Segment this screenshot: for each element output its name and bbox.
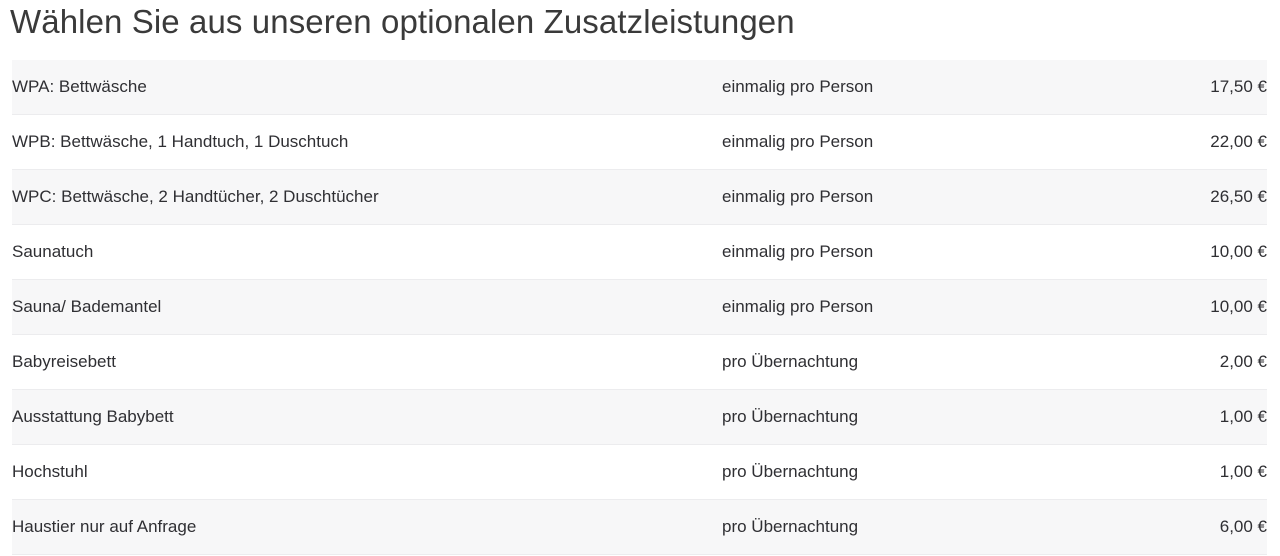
service-unit-cell: einmalig pro Person: [722, 279, 1047, 335]
page-title: Wählen Sie aus unseren optionalen Zusatz…: [10, 3, 795, 40]
service-price-cell: 10,00 €: [1047, 279, 1267, 335]
service-name-cell: Hochstuhl: [12, 444, 722, 500]
service-unit-cell: einmalig pro Person: [722, 169, 1047, 225]
table-row[interactable]: WPB: Bettwäsche, 1 Handtuch, 1 Duschtuch…: [12, 114, 1267, 170]
service-price-cell: 17,50 €: [1047, 60, 1267, 115]
optional-services-page: Wählen Sie aus unseren optionalen Zusatz…: [0, 0, 1280, 556]
service-unit-cell: einmalig pro Person: [722, 224, 1047, 280]
service-price-cell: 2,00 €: [1047, 334, 1267, 390]
service-unit-cell: einmalig pro Person: [722, 114, 1047, 170]
optional-services-table-body: WPA: Bettwäsche einmalig pro Person 17,50 …: [12, 60, 1267, 555]
table-row[interactable]: Ausstattung Babybett pro Übernachtung 1,00…: [12, 389, 1267, 445]
service-price-cell: 1,00 €: [1047, 444, 1267, 500]
table-row[interactable]: WPA: Bettwäsche einmalig pro Person 17,50 …: [12, 60, 1267, 115]
service-unit-cell: pro Übernachtung: [722, 389, 1047, 445]
service-price-cell: 22,00 €: [1047, 114, 1267, 170]
optional-services-table: WPA: Bettwäsche einmalig pro Person 17,50 …: [12, 60, 1267, 555]
table-row[interactable]: Saunatuch einmalig pro Person 10,00 €: [12, 224, 1267, 280]
table-row[interactable]: Babyreisebett pro Übernachtung 2,00 €: [12, 334, 1267, 390]
service-name-cell: Haustier nur auf Anfrage: [12, 499, 722, 555]
table-row[interactable]: Hochstuhl pro Übernachtung 1,00 €: [12, 444, 1267, 500]
service-price-cell: 1,00 €: [1047, 389, 1267, 445]
table-row[interactable]: Haustier nur auf Anfrage pro Übernachtung…: [12, 499, 1267, 555]
service-price-cell: 6,00 €: [1047, 499, 1267, 555]
service-name-cell: Babyreisebett: [12, 334, 722, 390]
service-unit-cell: einmalig pro Person: [722, 60, 1047, 115]
service-unit-cell: pro Übernachtung: [722, 334, 1047, 390]
service-unit-cell: pro Übernachtung: [722, 499, 1047, 555]
service-name-cell: WPA: Bettwäsche: [12, 60, 722, 115]
service-price-cell: 10,00 €: [1047, 224, 1267, 280]
table-row[interactable]: WPC: Bettwäsche, 2 Handtücher, 2 Duschtü…: [12, 169, 1267, 225]
optional-services-table-container: WPA: Bettwäsche einmalig pro Person 17,50 …: [12, 60, 1267, 555]
service-name-cell: Saunatuch: [12, 224, 722, 280]
service-price-cell: 26,50 €: [1047, 169, 1267, 225]
service-name-cell: WPC: Bettwäsche, 2 Handtücher, 2 Duschtü…: [12, 169, 722, 225]
table-row[interactable]: Sauna/ Bademantel einmalig pro Person 10,0…: [12, 279, 1267, 335]
service-unit-cell: pro Übernachtung: [722, 444, 1047, 500]
service-name-cell: Ausstattung Babybett: [12, 389, 722, 445]
service-name-cell: Sauna/ Bademantel: [12, 279, 722, 335]
service-name-cell: WPB: Bettwäsche, 1 Handtuch, 1 Duschtuch: [12, 114, 722, 170]
